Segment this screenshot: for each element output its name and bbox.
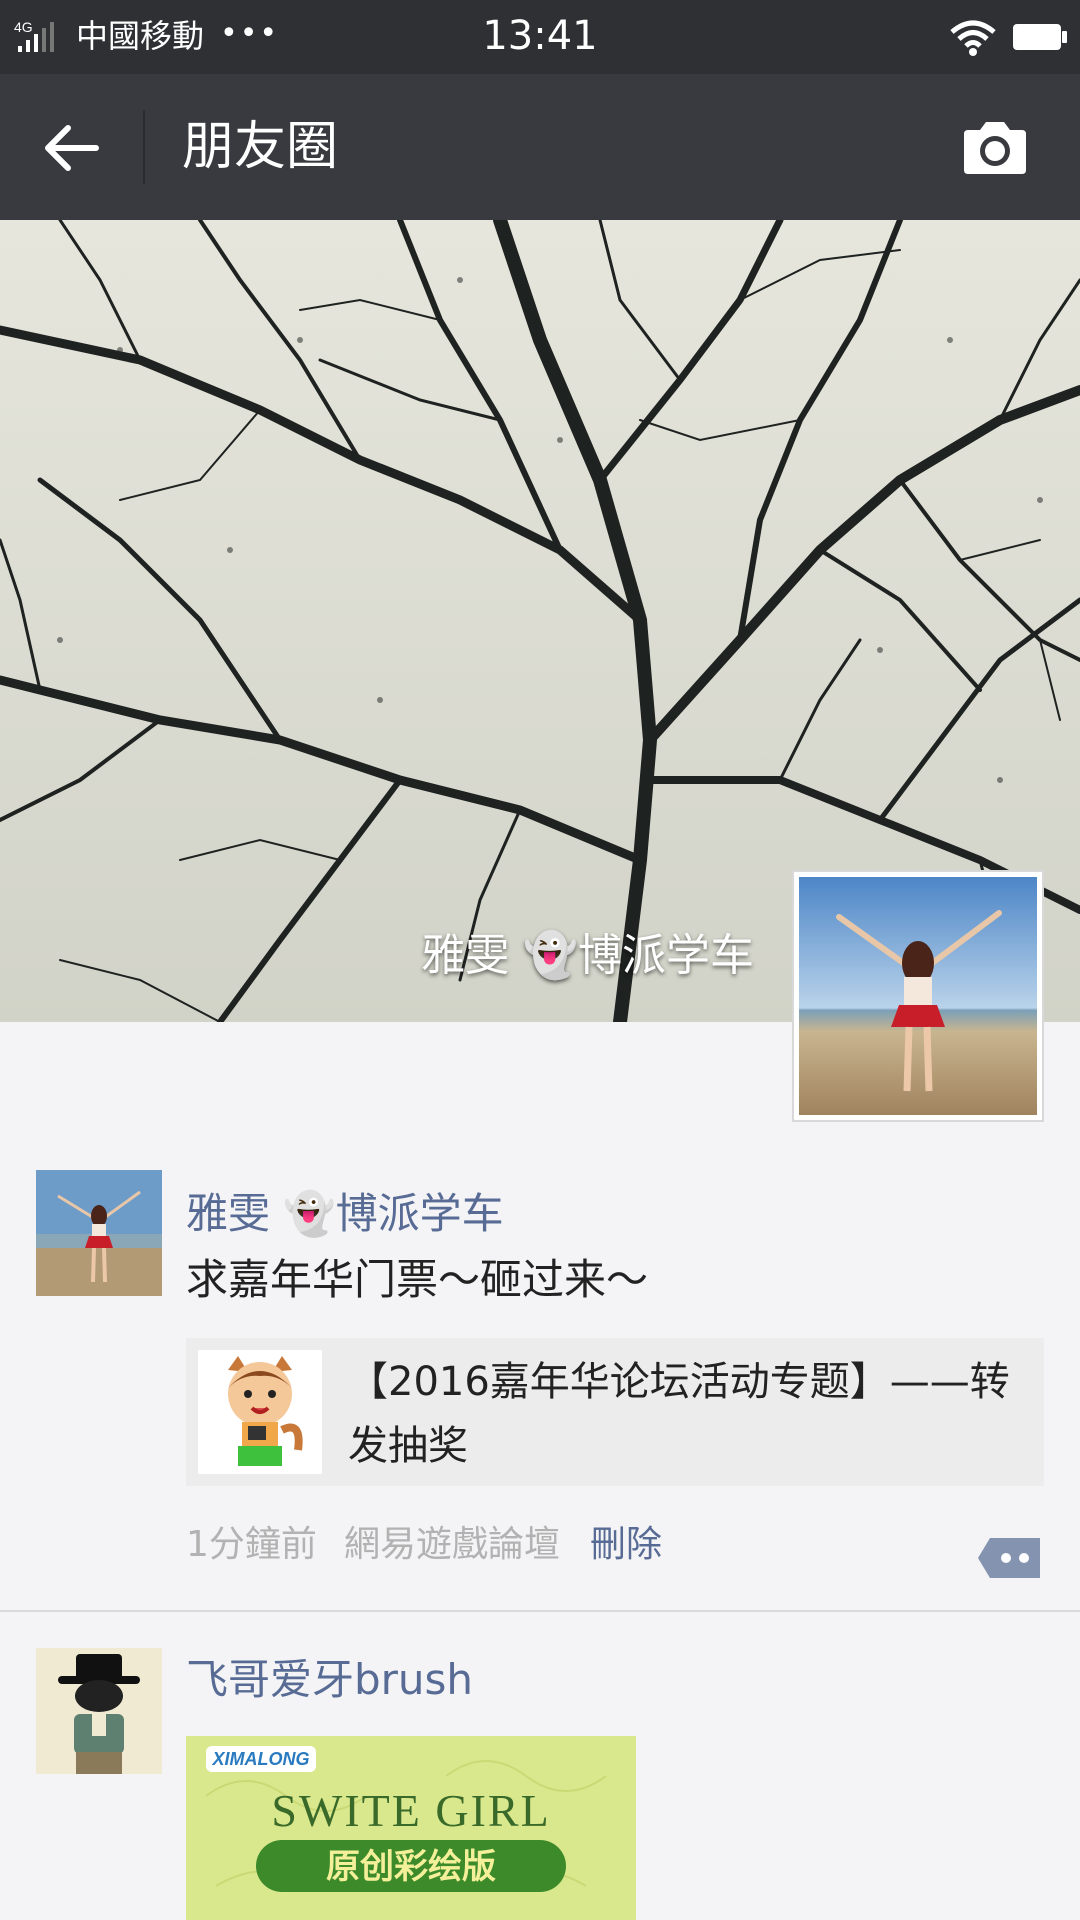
profile-avatar[interactable] bbox=[792, 870, 1044, 1122]
post-author-name[interactable]: 飞哥爱牙brush bbox=[186, 1652, 473, 1708]
shared-link-title: 【2016嘉年华论坛活动专题】——转发抽奖 bbox=[348, 1359, 1010, 1469]
nav-divider bbox=[143, 110, 145, 184]
nav-bar: 朋友圈 bbox=[0, 74, 1080, 220]
shared-link-thumbnail bbox=[198, 1350, 322, 1474]
post-source[interactable]: 網易遊戲論壇 bbox=[344, 1520, 560, 1570]
post-image[interactable]: XIMALONG SWITE GIRL 原创彩绘版 bbox=[186, 1736, 636, 1920]
clock: 13:41 bbox=[482, 13, 598, 59]
post-divider bbox=[0, 1610, 1080, 1612]
post-timestamp: 1分鐘前 bbox=[186, 1524, 317, 1565]
camera-icon[interactable] bbox=[960, 118, 1030, 178]
post-author-name[interactable]: 雅雯 👻博派学车 bbox=[186, 1186, 504, 1242]
post-image-brand: XIMALONG bbox=[212, 1749, 310, 1769]
post-avatar[interactable] bbox=[36, 1170, 162, 1296]
wifi-icon bbox=[948, 18, 998, 58]
comment-icon[interactable] bbox=[976, 1534, 1044, 1582]
battery-icon bbox=[1012, 22, 1068, 52]
page-title: 朋友圈 bbox=[182, 117, 339, 177]
post-avatar[interactable] bbox=[36, 1648, 162, 1774]
cover-username: 雅雯 👻博派学车 bbox=[421, 930, 754, 981]
back-arrow-icon[interactable] bbox=[40, 116, 104, 180]
post-text: 求嘉年华门票～砸过来～ bbox=[186, 1255, 649, 1304]
post-image-subtitle: 原创彩绘版 bbox=[326, 1847, 496, 1887]
post-image-title: SWITE GIRL bbox=[271, 1785, 550, 1836]
delete-post-link[interactable]: 刪除 bbox=[590, 1520, 662, 1570]
status-bar: 4G 中國移動 ••• 13:41 bbox=[0, 0, 1080, 74]
shared-link-card[interactable]: 【2016嘉年华论坛活动专题】——转发抽奖 bbox=[186, 1338, 1044, 1486]
